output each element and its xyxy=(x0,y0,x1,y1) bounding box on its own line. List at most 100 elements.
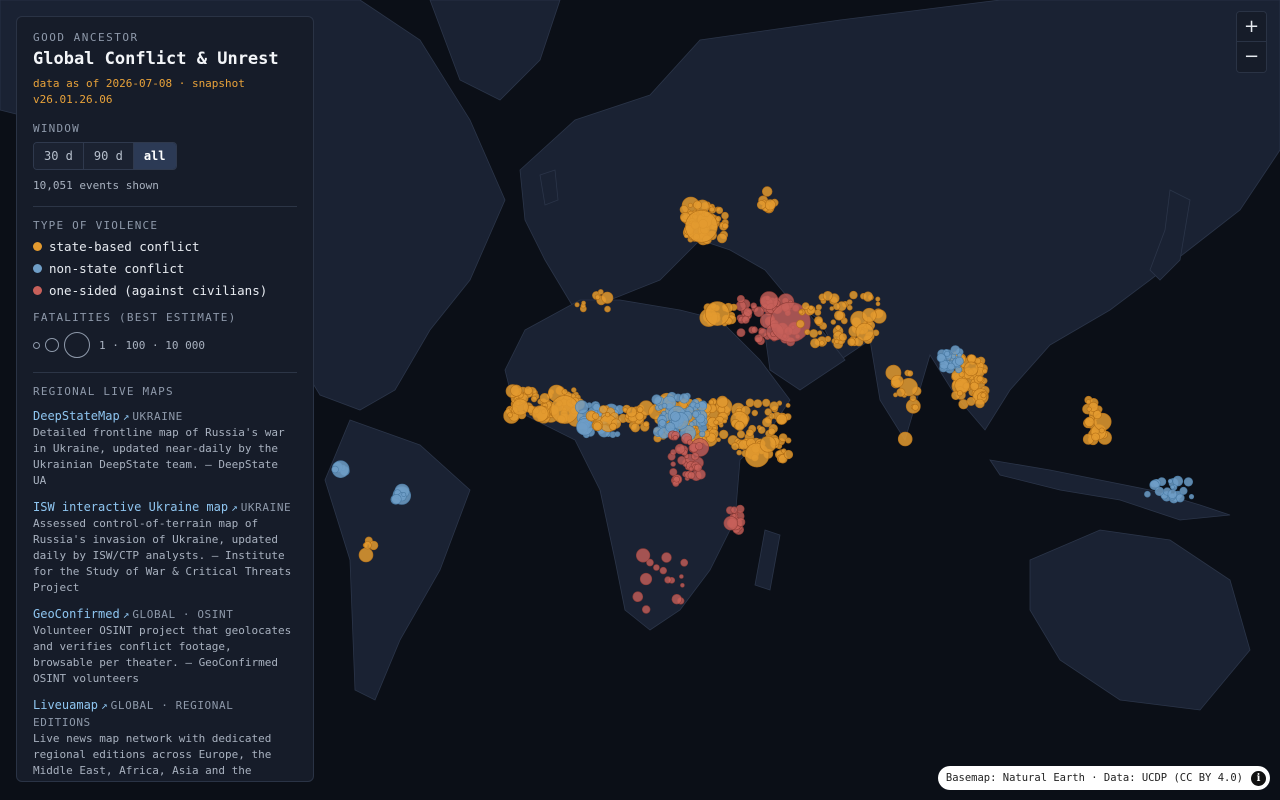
event-marker[interactable] xyxy=(817,330,823,336)
event-marker[interactable] xyxy=(599,405,608,414)
event-marker[interactable] xyxy=(833,310,845,321)
event-marker[interactable] xyxy=(636,406,644,413)
event-marker[interactable] xyxy=(947,362,955,371)
event-marker[interactable] xyxy=(954,377,970,394)
event-marker[interactable] xyxy=(846,304,853,311)
event-marker[interactable] xyxy=(975,398,985,409)
event-marker[interactable] xyxy=(861,307,877,323)
event-marker[interactable] xyxy=(664,576,672,584)
event-marker[interactable] xyxy=(716,395,729,408)
event-marker[interactable] xyxy=(692,200,702,210)
geoconfirmed-link[interactable]: GeoConfirmed xyxy=(33,607,120,621)
event-marker[interactable] xyxy=(704,301,730,326)
event-marker[interactable] xyxy=(810,338,821,349)
isw-link[interactable]: ISW interactive Ukraine map xyxy=(33,500,228,514)
event-marker[interactable] xyxy=(626,406,637,418)
event-marker[interactable] xyxy=(955,356,964,366)
event-marker[interactable] xyxy=(768,412,776,420)
event-marker[interactable] xyxy=(609,422,617,431)
event-marker[interactable] xyxy=(550,395,580,424)
event-marker[interactable] xyxy=(695,442,704,451)
event-marker[interactable] xyxy=(762,398,771,407)
event-marker[interactable] xyxy=(722,418,728,424)
event-marker[interactable] xyxy=(1167,478,1173,484)
event-marker[interactable] xyxy=(661,410,667,416)
event-marker[interactable] xyxy=(597,289,604,295)
event-marker[interactable] xyxy=(391,494,402,505)
event-marker[interactable] xyxy=(511,398,529,416)
event-marker[interactable] xyxy=(651,394,662,405)
event-marker[interactable] xyxy=(745,398,755,408)
event-marker[interactable] xyxy=(761,186,773,197)
zoom-in-button[interactable]: + xyxy=(1237,12,1266,42)
event-marker[interactable] xyxy=(736,430,745,439)
event-marker[interactable] xyxy=(734,420,745,431)
event-marker[interactable] xyxy=(716,437,721,443)
event-marker[interactable] xyxy=(743,307,753,317)
event-marker[interactable] xyxy=(855,322,874,342)
event-marker[interactable] xyxy=(890,374,904,388)
event-marker[interactable] xyxy=(756,200,767,210)
event-marker[interactable] xyxy=(833,302,841,311)
event-marker[interactable] xyxy=(814,309,822,316)
event-marker[interactable] xyxy=(796,319,805,329)
event-marker[interactable] xyxy=(950,345,961,355)
event-marker[interactable] xyxy=(1167,489,1178,499)
event-marker[interactable] xyxy=(980,392,987,399)
event-marker[interactable] xyxy=(757,426,766,434)
event-marker[interactable] xyxy=(661,402,668,409)
event-marker[interactable] xyxy=(798,309,804,315)
event-marker[interactable] xyxy=(575,400,589,414)
event-marker[interactable] xyxy=(896,387,906,397)
event-marker[interactable] xyxy=(401,492,407,497)
event-marker[interactable] xyxy=(956,390,963,397)
event-marker[interactable] xyxy=(653,564,660,571)
event-marker[interactable] xyxy=(834,338,840,344)
event-marker[interactable] xyxy=(875,296,881,302)
event-marker[interactable] xyxy=(358,547,374,563)
event-marker[interactable] xyxy=(673,475,680,483)
event-marker[interactable] xyxy=(604,305,611,313)
event-marker[interactable] xyxy=(751,409,758,417)
event-marker[interactable] xyxy=(331,465,339,474)
event-marker[interactable] xyxy=(632,591,644,603)
event-marker[interactable] xyxy=(635,548,651,563)
event-marker[interactable] xyxy=(592,403,601,412)
event-marker[interactable] xyxy=(1084,416,1095,428)
event-marker[interactable] xyxy=(759,435,777,453)
event-marker[interactable] xyxy=(592,412,600,420)
event-marker[interactable] xyxy=(674,443,686,455)
event-marker[interactable] xyxy=(581,300,586,306)
event-marker[interactable] xyxy=(911,403,919,411)
event-marker[interactable] xyxy=(982,368,988,374)
event-marker[interactable] xyxy=(764,199,776,211)
event-marker[interactable] xyxy=(936,353,946,363)
event-marker[interactable] xyxy=(691,452,700,461)
event-marker[interactable] xyxy=(571,387,577,393)
event-marker[interactable] xyxy=(709,206,715,213)
event-marker[interactable] xyxy=(976,375,984,383)
event-marker[interactable] xyxy=(1092,410,1102,420)
event-marker[interactable] xyxy=(605,412,611,418)
event-marker[interactable] xyxy=(510,384,523,397)
event-marker[interactable] xyxy=(659,566,667,575)
event-marker[interactable] xyxy=(753,399,763,408)
event-marker[interactable] xyxy=(687,471,696,480)
event-marker[interactable] xyxy=(670,411,681,422)
event-marker[interactable] xyxy=(1086,406,1092,412)
event-marker[interactable] xyxy=(670,461,676,467)
event-marker[interactable] xyxy=(1144,490,1151,498)
event-marker[interactable] xyxy=(679,393,690,404)
event-marker[interactable] xyxy=(601,291,614,304)
event-marker[interactable] xyxy=(814,316,823,325)
event-marker[interactable] xyxy=(822,290,833,301)
event-marker[interactable] xyxy=(715,206,724,214)
event-marker[interactable] xyxy=(741,315,750,324)
event-marker[interactable] xyxy=(680,558,689,567)
event-marker[interactable] xyxy=(539,393,550,404)
event-marker[interactable] xyxy=(746,428,754,437)
event-marker[interactable] xyxy=(721,222,729,230)
event-marker[interactable] xyxy=(862,291,874,302)
event-marker[interactable] xyxy=(694,402,701,409)
event-marker[interactable] xyxy=(699,430,706,438)
